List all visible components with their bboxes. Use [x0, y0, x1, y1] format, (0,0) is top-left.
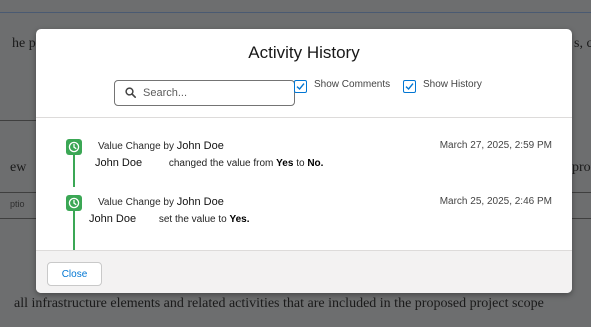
background-text-line-1-left: he p [12, 36, 36, 51]
timeline-to-word: to [296, 158, 305, 169]
timeline-body: John Doe changed the value from Yes to N… [95, 157, 323, 169]
timeline-connector [73, 211, 75, 251]
modal-footer: Close [36, 250, 572, 293]
timeline-verb: set the value to [158, 214, 227, 225]
timeline-date: March 25, 2025, 2:46 PM [439, 196, 552, 207]
background-rule [0, 120, 36, 121]
timeline-item-title: Value Change by John Doe [98, 140, 224, 152]
search-input[interactable] [143, 83, 288, 102]
background-rule [572, 218, 591, 219]
background-text-line-2-right: pro [572, 160, 591, 175]
close-button[interactable]: Close [47, 262, 102, 286]
modal-header: Activity History Show Comments Show Hist… [36, 29, 572, 118]
timeline-new-value: Yes. [229, 214, 250, 225]
show-history-label[interactable]: Show History [423, 79, 482, 90]
timeline-author-link[interactable]: John Doe [177, 140, 224, 152]
background-rule [0, 192, 36, 193]
checkmark-icon [296, 83, 305, 91]
background-rule [0, 218, 36, 219]
history-clock-icon [66, 139, 82, 155]
timeline-date: March 27, 2025, 2:59 PM [439, 140, 552, 151]
checkmark-icon [405, 83, 414, 91]
background-text-line-2-left: ew [10, 160, 27, 175]
search-icon [125, 87, 136, 98]
timeline-old-value: Yes [276, 158, 294, 169]
timeline-body: John Doe set the value to Yes. [89, 213, 250, 225]
timeline-item: Value Change by John Doe March 25, 2025,… [36, 193, 572, 251]
timeline-actor: John Doe [95, 157, 143, 169]
timeline-connector [73, 155, 75, 187]
timeline-author-link[interactable]: John Doe [177, 196, 224, 208]
background-small-label: ptio [10, 199, 25, 209]
background-rule [572, 192, 591, 193]
activity-history-modal: Activity History Show Comments Show Hist… [36, 29, 572, 293]
timeline-action: Value Change by [98, 197, 174, 208]
modal-title: Activity History [248, 43, 360, 62]
show-comments-label[interactable]: Show Comments [314, 79, 390, 90]
timeline-actor: John Doe [89, 213, 137, 225]
timeline-new-value: No. [307, 158, 324, 169]
show-history-checkbox[interactable] [403, 80, 416, 93]
timeline-item: Value Change by John Doe March 27, 2025,… [36, 137, 572, 187]
show-comments-checkbox[interactable] [294, 80, 307, 93]
timeline-verb: changed the value from [168, 158, 274, 169]
timeline-action: Value Change by [98, 141, 174, 152]
timeline-item-title: Value Change by John Doe [98, 196, 224, 208]
background-text-line-1-right: s, c [574, 36, 591, 51]
background-text-bottom-line: all infrastructure elements and related … [14, 296, 544, 311]
history-clock-icon [66, 195, 82, 211]
background-top-rule [0, 12, 591, 13]
search-box[interactable] [114, 80, 295, 106]
